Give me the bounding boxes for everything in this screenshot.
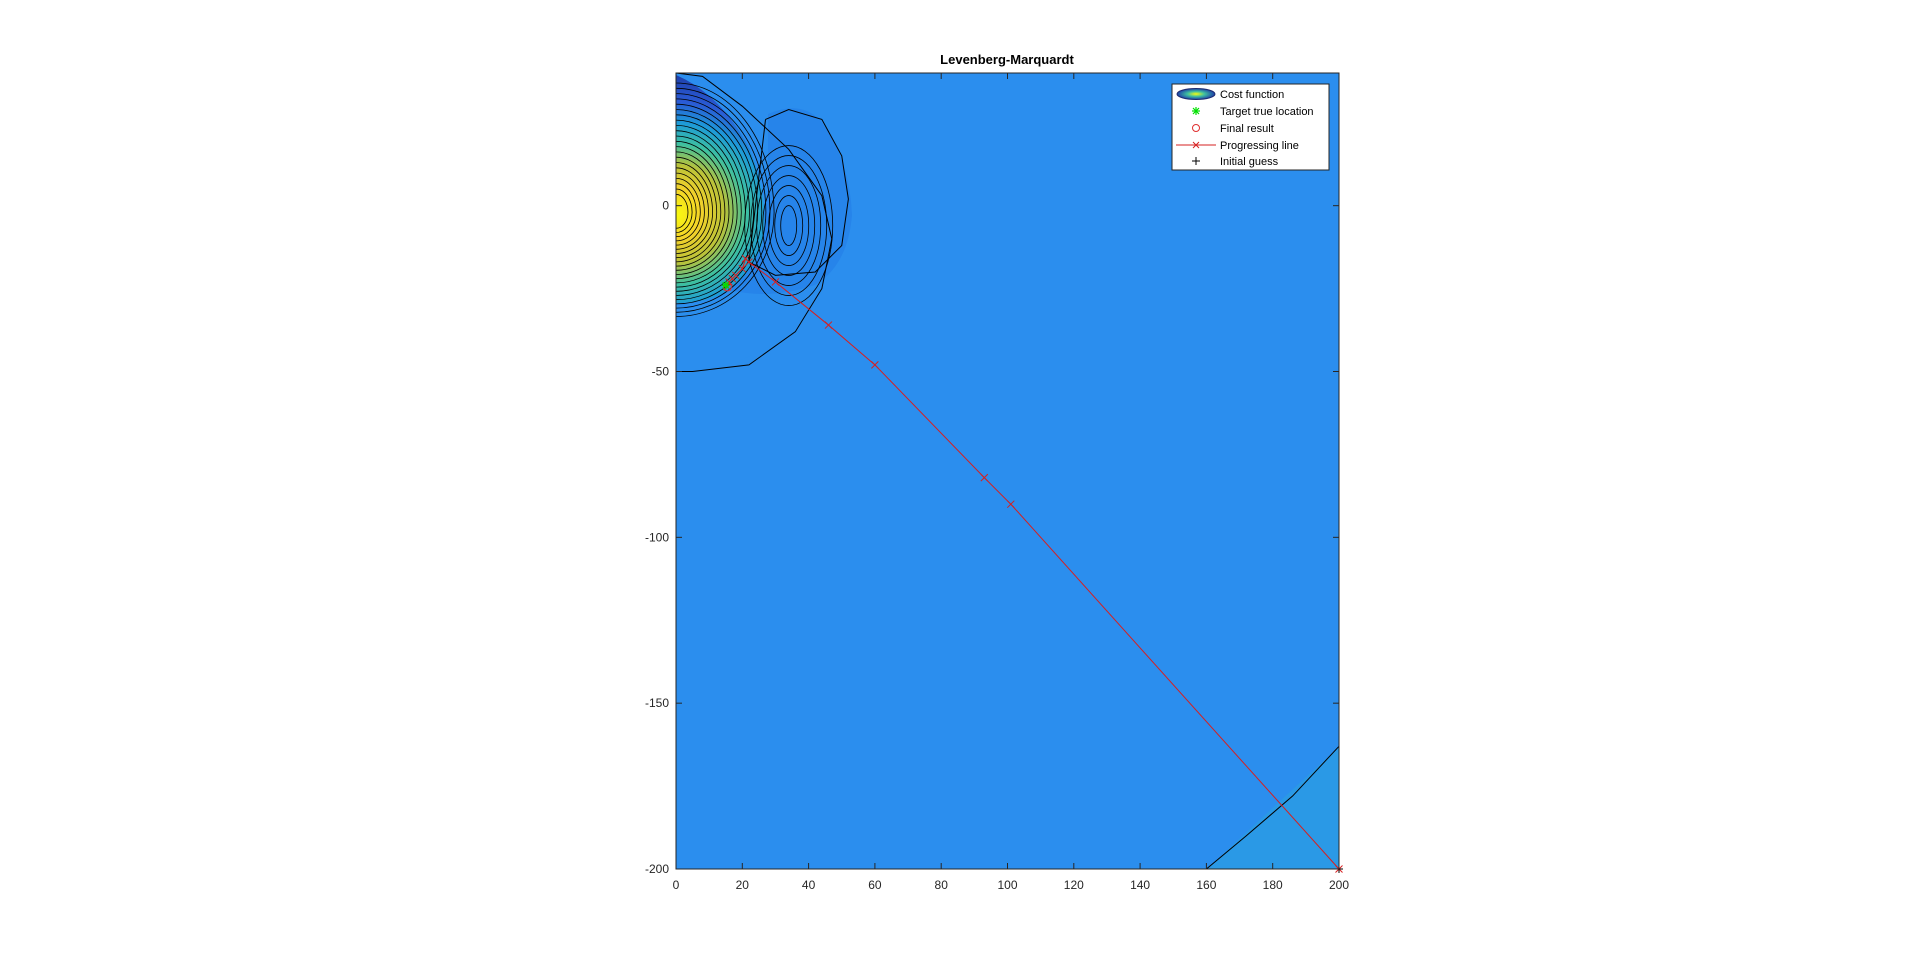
legend-cost-swatch xyxy=(1176,88,1216,100)
plot-area: 0 20 40 60 80 100 120 140 160 180 200 -200 -150 -100… xyxy=(645,72,1349,892)
legend-label-final: Final result xyxy=(1220,123,1274,135)
y-tick-label: -150 xyxy=(645,696,669,710)
x-tick-label: 120 xyxy=(1064,878,1084,892)
x-tick-label: 100 xyxy=(997,878,1017,892)
x-tick-label: 40 xyxy=(802,878,816,892)
legend: Cost function Target true location Final… xyxy=(1171,83,1330,171)
y-tick-label: 0 xyxy=(662,199,669,213)
y-tick-label: -200 xyxy=(645,862,669,876)
x-tick-label: 160 xyxy=(1196,878,1216,892)
chart-title: Levenberg-Marquardt xyxy=(940,52,1074,67)
legend-label-target: Target true location xyxy=(1220,106,1314,118)
x-tick-label: 20 xyxy=(736,878,750,892)
figure: Levenberg-Marquardt 0 20 40 60 80 100 120 140 16… xyxy=(645,52,1349,892)
x-tick-label: 180 xyxy=(1263,878,1283,892)
y-tick-label: -50 xyxy=(652,365,670,379)
legend-label-progress: Progressing line xyxy=(1220,140,1299,152)
legend-item-cost: Cost function xyxy=(1176,88,1284,101)
x-tick-label: 0 xyxy=(673,878,680,892)
legend-label-initial: Initial guess xyxy=(1220,156,1279,168)
asterisk-icon xyxy=(1192,107,1200,115)
legend-label-cost: Cost function xyxy=(1220,89,1284,101)
target-marker xyxy=(721,281,730,290)
x-tick-label: 80 xyxy=(935,878,949,892)
x-tick-label: 60 xyxy=(868,878,882,892)
x-tick-label: 200 xyxy=(1329,878,1349,892)
x-tick-label: 140 xyxy=(1130,878,1150,892)
y-tick-label: -100 xyxy=(645,530,669,544)
